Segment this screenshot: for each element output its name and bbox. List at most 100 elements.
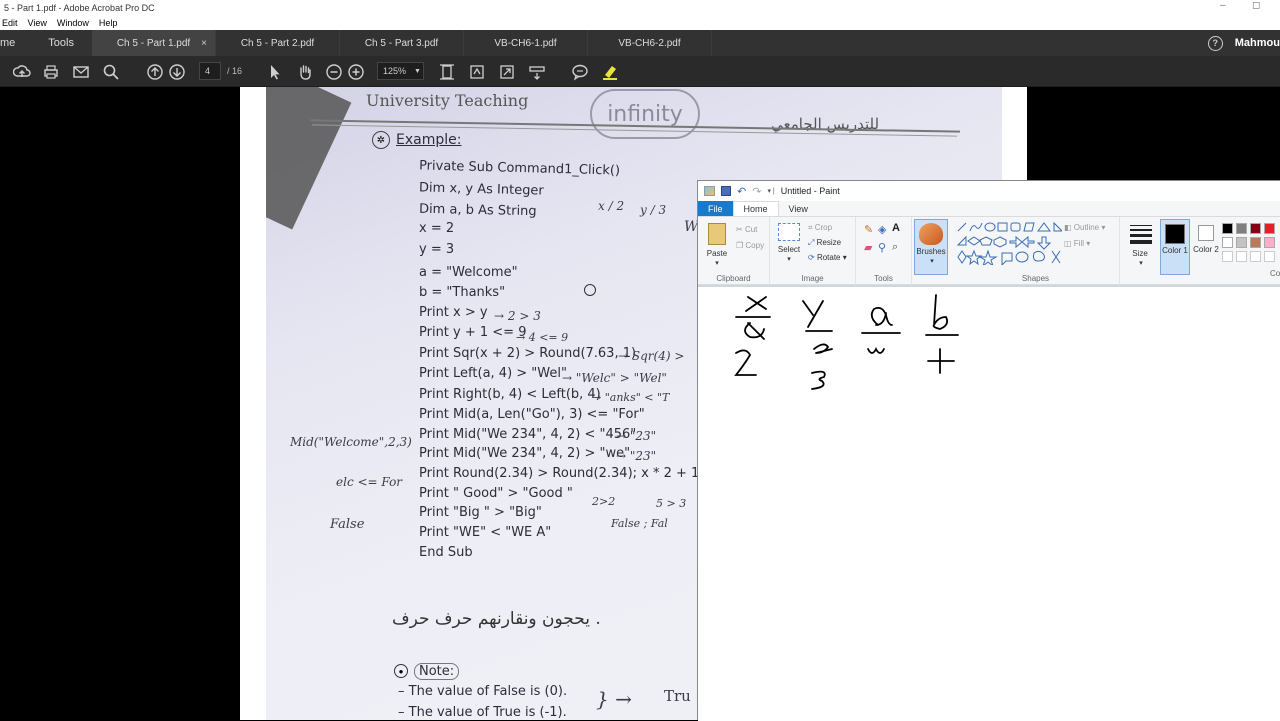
email-icon[interactable] (72, 63, 90, 81)
annotation: → "Welc" > "Wel" (562, 371, 667, 385)
color-swatch[interactable] (1236, 223, 1247, 234)
search-icon[interactable] (102, 63, 120, 81)
note-line: – The value of True is (-1). (398, 705, 567, 720)
resize-icon: ⤢ (808, 238, 817, 247)
user-name[interactable]: Mahmou (1235, 37, 1280, 49)
minimize-button[interactable]: – (1220, 0, 1226, 11)
code-line: Print Right(b, 4) < Left(b, 4) (419, 387, 601, 402)
select-cursor-icon[interactable] (266, 63, 284, 81)
rotate-button[interactable]: ⟳ Rotate ▾ (808, 253, 847, 262)
tab-home[interactable]: Home (732, 201, 779, 216)
quick-access-dropdown-icon[interactable]: ▾ | (767, 187, 774, 195)
color-swatch[interactable] (1264, 237, 1275, 248)
brushes-button[interactable]: Brushes ▾ (914, 219, 948, 275)
pencil-icon[interactable]: ✎ (864, 223, 873, 236)
tools-tab[interactable]: Tools (48, 37, 74, 49)
magnifier-icon[interactable]: ⌕ (892, 241, 898, 254)
comment-icon[interactable] (571, 63, 589, 81)
cut-button[interactable]: ✂ Cut (736, 225, 757, 234)
save-icon[interactable] (721, 186, 731, 196)
color-swatch[interactable] (1250, 237, 1261, 248)
true-note: Tru (664, 687, 691, 705)
empty-color-swatch[interactable] (1236, 251, 1247, 262)
color-picker-icon[interactable]: ⚲ (878, 241, 886, 254)
zoom-in-icon[interactable] (347, 63, 365, 81)
brushes-dropdown-icon: ▾ (930, 258, 934, 265)
next-page-icon[interactable] (168, 63, 186, 81)
redo-icon[interactable]: ↷ (752, 185, 761, 198)
tab-view[interactable]: View (779, 201, 818, 216)
zoom-level-select[interactable]: 125% ▼ (377, 62, 424, 80)
maximize-button[interactable]: ◻ (1252, 0, 1260, 11)
eraser-icon[interactable]: ▰ (864, 241, 872, 254)
paste-button[interactable]: Paste (702, 249, 732, 258)
code-line: Print x > y (419, 305, 488, 320)
scroll-mode-icon[interactable] (528, 63, 546, 81)
help-icon[interactable]: ? (1207, 35, 1223, 51)
tab-ch5-part1[interactable]: Ch 5 - Part 1.pdf × (92, 30, 216, 56)
resize-button[interactable]: ⤢ Resize (808, 238, 841, 248)
color-swatch[interactable] (1222, 237, 1233, 248)
copy-button[interactable]: ❐ Copy (736, 241, 764, 250)
previous-page-icon[interactable] (146, 63, 164, 81)
color2-button[interactable]: Color 2 (1192, 219, 1220, 275)
fit-page-icon[interactable] (438, 63, 456, 81)
color-swatch[interactable] (1222, 223, 1233, 234)
paint-window[interactable]: ↶ ↷ ▾ | Untitled - Paint File Home View … (697, 180, 1280, 721)
undo-icon[interactable]: ↶ (737, 185, 746, 198)
hand-tool-icon[interactable] (296, 63, 314, 81)
stroke-y (802, 300, 824, 328)
full-screen-icon[interactable] (498, 63, 516, 81)
paint-canvas[interactable] (698, 287, 1280, 721)
tab-ch5-part2[interactable]: Ch 5 - Part 2.pdf (216, 30, 340, 56)
rotate-view-icon[interactable] (468, 63, 486, 81)
paste-icon[interactable] (708, 223, 726, 245)
tab-vb-ch6-2[interactable]: VB-CH6-2.pdf (588, 30, 712, 56)
paste-dropdown-icon[interactable]: ▾ (712, 259, 722, 267)
empty-color-swatch[interactable] (1250, 251, 1261, 262)
crop-button[interactable]: ⌗ Crop (808, 223, 832, 233)
text-tool-icon[interactable]: A (892, 222, 900, 234)
color-swatch[interactable] (1236, 237, 1247, 248)
close-tab-icon[interactable]: × (201, 38, 207, 49)
outline-dropdown[interactable]: ◧ Outline ▾ (1064, 223, 1105, 232)
resize-label: Resize (816, 238, 842, 247)
shapes-group: ◧ Outline ▾ ◫ Fill ▾ Shapes (952, 217, 1120, 285)
menu-edit[interactable]: Edit (2, 18, 18, 28)
code-line: Print Sqr(x + 2) > Round(7.63, 1) (419, 346, 637, 361)
document-tab-bar: me Tools Ch 5 - Part 1.pdf × Ch 5 - Part… (0, 30, 1280, 56)
select-dropdown-icon[interactable]: ▾ (784, 255, 794, 263)
image-group: Select ▾ ⌗ Crop ⤢ Resize ⟳ Rotate ▾ Imag… (770, 217, 856, 285)
empty-color-swatch[interactable] (1222, 251, 1233, 262)
zoom-out-icon[interactable] (325, 63, 343, 81)
code-line: Print Mid("We 234", 4, 2) > "we" (419, 446, 631, 461)
menu-help[interactable]: Help (99, 18, 118, 28)
menu-view[interactable]: View (28, 18, 47, 28)
page-number-input[interactable]: 4 (199, 62, 221, 80)
upload-cloud-icon[interactable] (13, 63, 31, 81)
fill-dropdown[interactable]: ◫ Fill ▾ (1064, 239, 1090, 248)
fraction-y: y / 3 (640, 203, 667, 217)
image-label: Image (801, 274, 824, 283)
select-icon[interactable] (778, 223, 800, 241)
tab-file[interactable]: File (698, 201, 733, 216)
color1-button[interactable]: Color 1 (1160, 219, 1190, 275)
annotation: → "anks" < "T (592, 391, 670, 404)
select-button[interactable]: Select (776, 245, 802, 254)
menu-window[interactable]: Window (57, 18, 89, 28)
tools-group: ✎ ◈ A ▰ ⚲ ⌕ Tools (856, 217, 912, 285)
home-tab[interactable]: me (0, 37, 15, 49)
shapes-gallery[interactable] (956, 221, 1062, 265)
tab-ch5-part3[interactable]: Ch 5 - Part 3.pdf (340, 30, 464, 56)
stroke-x (745, 296, 767, 312)
fill-bucket-icon[interactable]: ◈ (878, 223, 886, 236)
code-line: x = 2 (419, 221, 455, 236)
size-button[interactable]: Size ▾ (1124, 219, 1156, 275)
color-swatch[interactable] (1264, 223, 1275, 234)
color-swatch[interactable] (1250, 223, 1261, 234)
annotation: → 4 <= 9 (516, 331, 569, 344)
highlighter-icon[interactable] (601, 63, 619, 81)
tab-vb-ch6-1[interactable]: VB-CH6-1.pdf (464, 30, 588, 56)
empty-color-swatch[interactable] (1264, 251, 1275, 262)
print-icon[interactable] (42, 63, 60, 81)
